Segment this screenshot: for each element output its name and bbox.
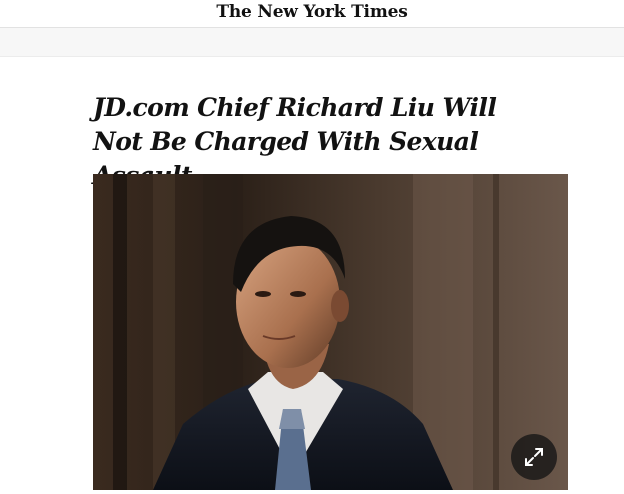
expand-image-button[interactable] <box>511 434 557 480</box>
article-photo <box>93 174 568 490</box>
expand-arrows-icon <box>525 448 543 466</box>
nyt-logo[interactable]: The New York Times <box>0 0 624 27</box>
section-bar <box>0 28 624 57</box>
portrait-image <box>93 174 568 490</box>
masthead: The New York Times <box>0 0 624 28</box>
